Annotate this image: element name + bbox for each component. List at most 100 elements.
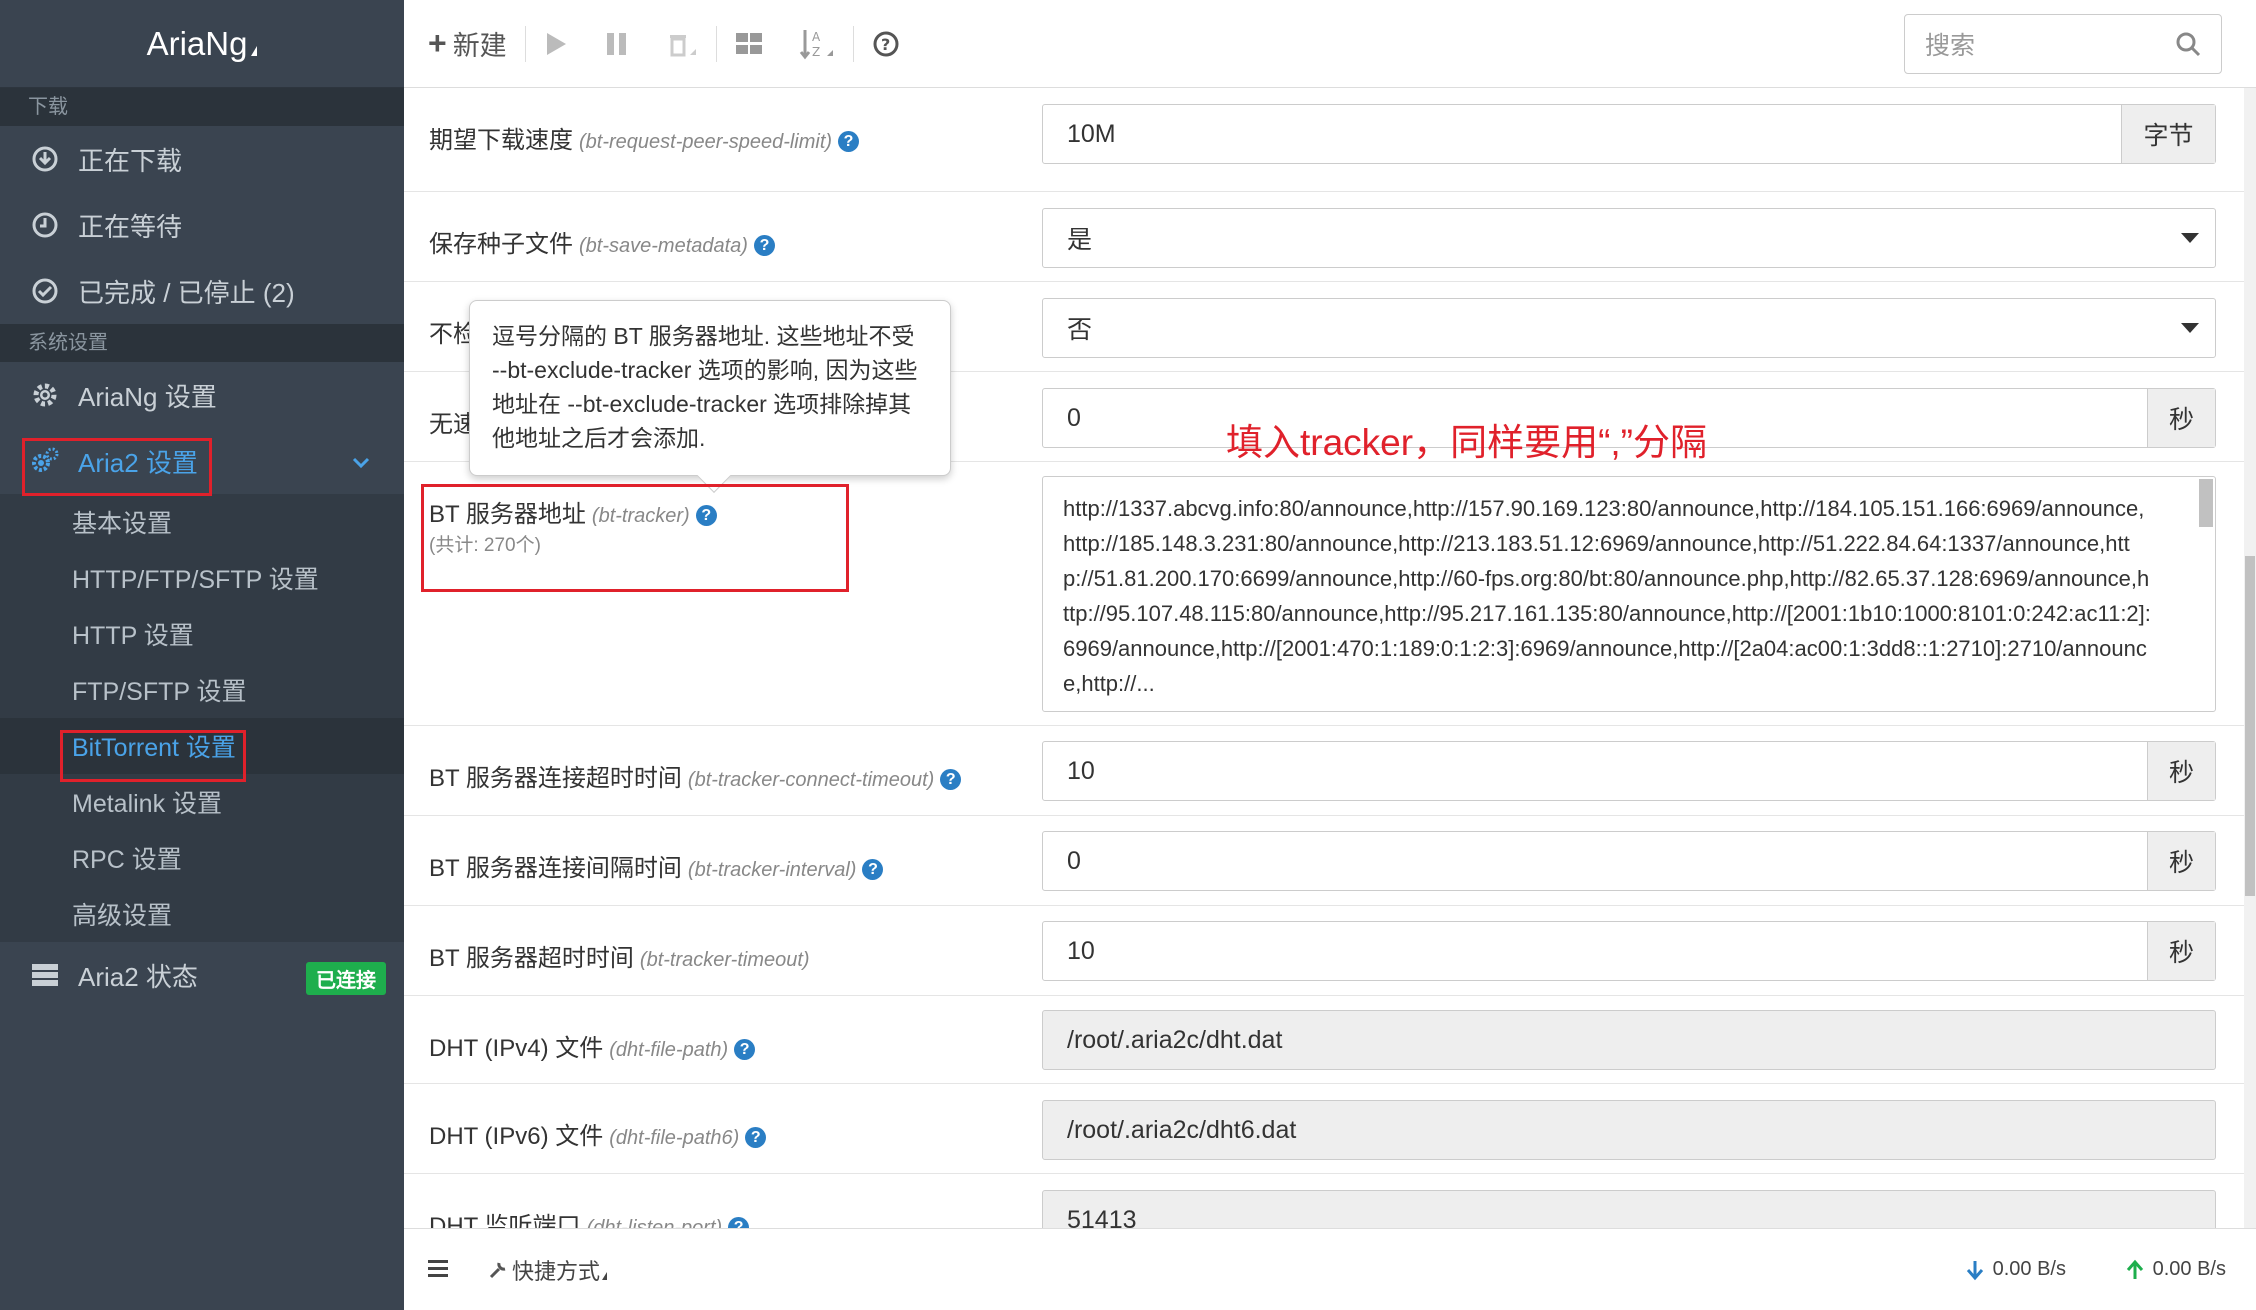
sort-button[interactable]: AZ (781, 22, 853, 66)
download-circle-icon (30, 144, 60, 174)
setting-name: BT 服务器连接超时时间 (429, 765, 682, 792)
save-metadata-select[interactable]: 是 (1042, 208, 2216, 268)
tracker-interval-input[interactable]: 0秒 (1042, 831, 2216, 891)
setting-label: BT 服务器超时时间 (bt-tracker-timeout) (429, 938, 810, 973)
peer-speed-input[interactable]: 10M 字节 (1042, 104, 2216, 164)
help-icon[interactable]: ? (940, 769, 962, 790)
sidebar-sub-metalink[interactable]: Metalink 设置 (0, 774, 404, 830)
dht-file-path-input: /root/.aria2c/dht.dat (1042, 1010, 2216, 1070)
search-placeholder: 搜索 (1925, 32, 1976, 60)
footer: 快捷方式 0.00 B/s 0.00 B/s (404, 1228, 2256, 1310)
setting-key: (bt-tracker-connect-timeout) (687, 769, 935, 791)
brand-title: AriaNg (146, 24, 248, 62)
field-value: 10M (1067, 119, 1116, 148)
pause-button[interactable] (586, 22, 648, 66)
sidebar-sub-rpc[interactable]: RPC 设置 (0, 830, 404, 886)
settings-row-dht-listen-port: DHT 监听端口 (dht-listen-port)? 51413 (404, 1174, 2256, 1228)
sidebar: AriaNg 下载 正在下载 正在等待 已完成 / 已停止 (2) 系统设置 A… (0, 0, 404, 1310)
sidebar-sub-http-ftp-sftp[interactable]: HTTP/FTP/SFTP 设置 (0, 550, 404, 606)
settings-content: 期望下载速度 (bt-request-peer-speed-limit)? 10M… (404, 88, 2256, 1228)
help-tooltip: 逗号分隔的 BT 服务器地址. 这些地址不受 --bt-exclude-trac… (469, 300, 951, 493)
setting-label: DHT (IPv4) 文件 (dht-file-path)? (429, 1028, 756, 1063)
svg-text:?: ? (881, 35, 890, 54)
setting-name: 保存种子文件 (429, 231, 573, 258)
textarea-scrollbar[interactable] (2199, 479, 2213, 527)
setting-name: DHT 监听端口 (429, 1213, 581, 1228)
setting-label: DHT (IPv6) 文件 (dht-file-path6)? (429, 1116, 767, 1151)
svg-text:A: A (812, 30, 821, 44)
setting-key: (dht-file-path6) (609, 1127, 740, 1149)
field-value: 51413 (1067, 1205, 1137, 1229)
sidebar-item-ariang-settings[interactable]: AriaNg 设置 (0, 362, 404, 428)
help-icon[interactable]: ? (728, 1217, 750, 1228)
start-button[interactable] (526, 22, 586, 66)
caret-down-icon (2181, 323, 2199, 333)
new-task-label: 新建 (452, 31, 507, 61)
help-icon[interactable]: ? (753, 235, 775, 256)
search-icon (2176, 32, 2201, 57)
sidebar-sub-http[interactable]: HTTP 设置 (0, 606, 404, 662)
bt-tracker-textarea[interactable]: http://1337.abcvg.info:80/announce,http:… (1042, 476, 2216, 712)
status-badge: 已连接 (306, 962, 386, 995)
sidebar-item-label: 正在下载 (78, 145, 183, 176)
unit-addon: 秒 (2147, 832, 2215, 890)
field-value: 0 (1067, 846, 1081, 875)
tracker-timeout-input[interactable]: 10 秒 (1042, 921, 2216, 981)
sidebar-sub-basic[interactable]: 基本设置 (0, 494, 404, 550)
help-icon[interactable]: ? (745, 1127, 767, 1148)
bool-select[interactable]: 否 (1042, 298, 2216, 358)
field-value: 10 (1067, 936, 1095, 965)
arrow-up-icon (2126, 1259, 2143, 1279)
annotation-text: 填入tracker，同样要用“,”分隔 (1226, 422, 1707, 463)
wrench-icon (489, 1262, 506, 1278)
dht-file-path6-input: /root/.aria2c/dht6.dat (1042, 1100, 2216, 1160)
clock-icon (30, 210, 60, 240)
delete-button[interactable] (648, 22, 716, 66)
setting-key: (bt-request-peer-speed-limit) (579, 131, 833, 153)
new-task-button[interactable]: + 新建 (404, 22, 525, 66)
caret-icon (602, 1271, 608, 1280)
help-button[interactable]: ? (854, 22, 918, 66)
menu-toggle-button[interactable] (428, 1257, 450, 1283)
search-input[interactable]: 搜索 (1904, 14, 2222, 74)
sidebar-item-waiting[interactable]: 正在等待 (0, 192, 404, 258)
sidebar-sub-ftp-sftp[interactable]: FTP/SFTP 设置 (0, 662, 404, 718)
upload-speed-value: 0.00 B/s (2152, 1258, 2226, 1280)
check-circle-icon (30, 276, 60, 306)
field-value: 0 (1067, 403, 1081, 432)
setting-name: BT 服务器超时时间 (429, 945, 634, 972)
field-value: 10 (1067, 756, 1095, 785)
setting-key: (bt-tracker-interval) (687, 859, 857, 881)
settings-row-tracker-interval: BT 服务器连接间隔时间 (bt-tracker-interval)? 0秒 (404, 816, 2256, 906)
sidebar-item-label: AriaNg 设置 (78, 381, 217, 412)
help-icon[interactable]: ? (734, 1039, 756, 1060)
shortcut-menu[interactable]: 快捷方式 (488, 1254, 608, 1286)
sidebar-item-stopped[interactable]: 已完成 / 已停止 (2) (0, 258, 404, 324)
brand-logo[interactable]: AriaNg (0, 0, 404, 88)
unit-addon: 秒 (2147, 742, 2215, 800)
tracker-connect-timeout-input[interactable]: 10 秒 (1042, 741, 2216, 801)
settings-row-tracker-connect-timeout: BT 服务器连接超时时间 (bt-tracker-connect-timeout)… (404, 726, 2256, 816)
help-icon[interactable]: ? (838, 131, 860, 152)
play-icon (546, 32, 566, 55)
settings-row-peer-speed: 期望下载速度 (bt-request-peer-speed-limit)? 10M… (404, 88, 2256, 192)
pause-icon (606, 32, 626, 55)
setting-label: 保存种子文件 (bt-save-metadata)? (429, 224, 775, 259)
shortcut-label: 快捷方式 (512, 1258, 601, 1284)
field-value: 是 (1067, 226, 1093, 254)
page-scrollbar-thumb[interactable] (2245, 556, 2255, 896)
sidebar-item-aria2-status[interactable]: Aria2 状态 已连接 (0, 942, 404, 1008)
sidebar-sub-advanced[interactable]: 高级设置 (0, 886, 404, 942)
settings-row-dht-file-path: DHT (IPv4) 文件 (dht-file-path)? /root/.ari… (404, 996, 2256, 1084)
sidebar-item-downloading[interactable]: 正在下载 (0, 126, 404, 192)
sidebar-item-label: Aria2 状态 (78, 961, 198, 992)
setting-key: (bt-save-metadata) (579, 235, 748, 257)
system-section-header: 系统设置 (0, 324, 404, 362)
setting-label: BT 服务器连接超时时间 (bt-tracker-connect-timeout)… (429, 758, 962, 793)
arrow-down-icon (1966, 1260, 1983, 1280)
plus-icon: + (428, 25, 447, 61)
field-value: /root/.aria2c/dht6.dat (1067, 1115, 1297, 1144)
highlight-box-bt-tracker (421, 484, 849, 592)
select-all-button[interactable] (717, 22, 781, 66)
help-icon[interactable]: ? (862, 859, 884, 880)
